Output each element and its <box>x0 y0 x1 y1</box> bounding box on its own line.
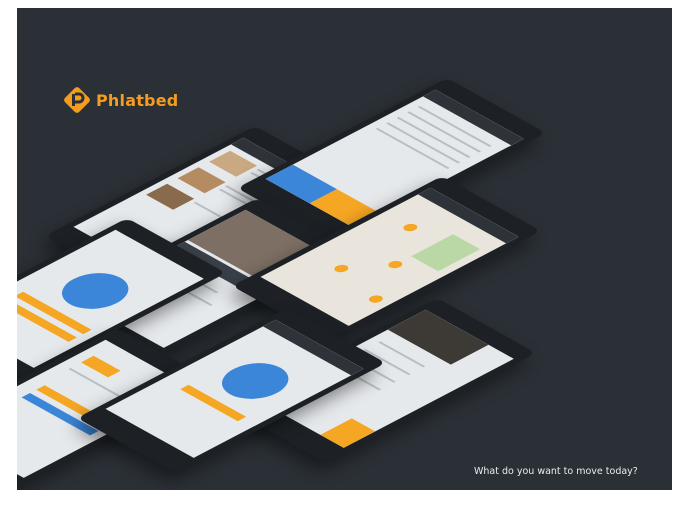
mockup-background: Phlatbed What do you want to move today? <box>17 8 672 490</box>
brand-name: Phlatbed <box>96 90 179 110</box>
brand-logo-group: Phlatbed <box>64 87 178 113</box>
phlatbed-logo-icon <box>64 87 90 113</box>
tagline: What do you want to move today? <box>474 466 638 477</box>
